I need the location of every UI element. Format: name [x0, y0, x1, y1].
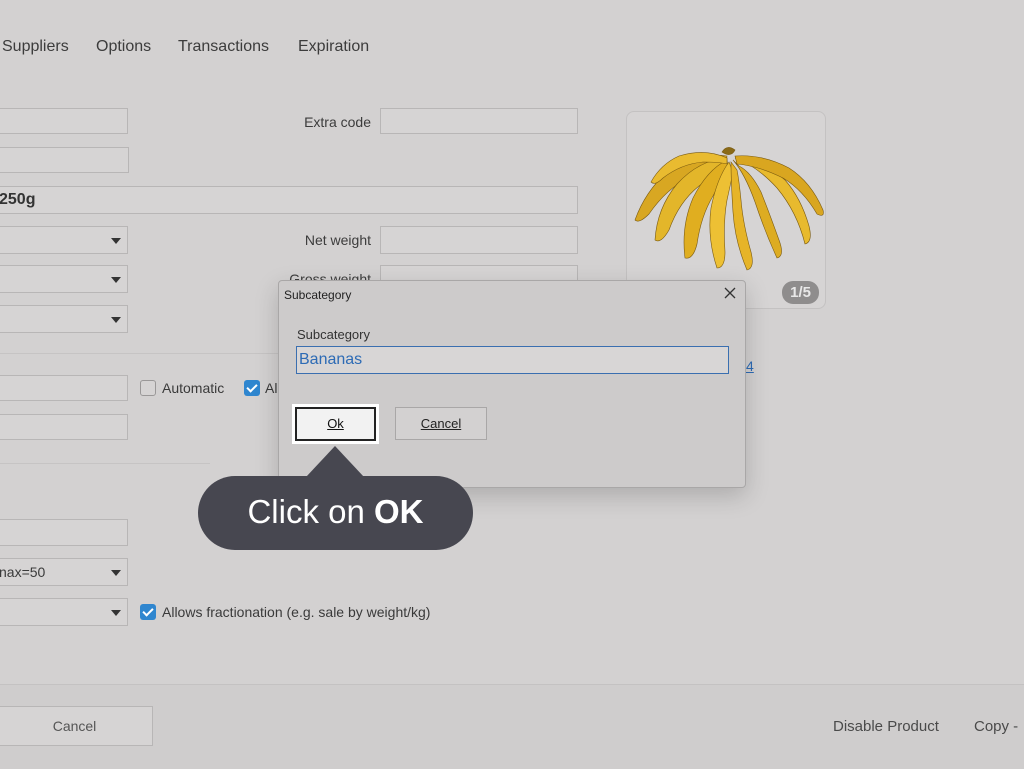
fractionation-label: Allows fractionation (e.g. sale by weigh…	[162, 604, 431, 620]
allow-checkbox[interactable]	[244, 380, 260, 396]
automatic-label: Automatic	[162, 380, 225, 396]
disable-product-button[interactable]: Disable Product	[833, 718, 939, 735]
copy-button[interactable]: Copy -	[974, 718, 1018, 735]
secondary-code-field[interactable]	[0, 147, 129, 173]
close-icon[interactable]	[722, 285, 738, 301]
gross-weight-label: Gross weight	[289, 271, 371, 280]
stock-field[interactable]	[0, 519, 128, 546]
tooltip-text: Click on	[247, 493, 375, 530]
partial-link[interactable]: 4	[746, 358, 754, 374]
automatic-checkbox[interactable]	[140, 380, 156, 396]
divider	[0, 463, 210, 464]
category-select[interactable]	[0, 265, 128, 293]
stock-limit-value: nax=50	[0, 564, 46, 580]
net-weight-label: Net weight	[304, 232, 371, 248]
cancel-button[interactable]: Cancel	[0, 706, 153, 746]
unit-select[interactable]	[0, 226, 128, 254]
tab-transactions[interactable]: Transactions	[178, 38, 269, 56]
product-name-field[interactable]: 250g	[0, 186, 578, 214]
tooltip-bold-text: OK	[374, 493, 424, 530]
tooltip-pointer	[306, 446, 364, 477]
tab-suppliers[interactable]: Suppliers	[2, 38, 69, 56]
stock-limit-select[interactable]: nax=50	[0, 558, 128, 586]
subcategory-input[interactable]	[296, 346, 729, 374]
divider	[0, 353, 280, 354]
gross-weight-field[interactable]	[380, 265, 578, 281]
extra-code-label: Extra code	[304, 114, 371, 130]
dialog-cancel-button[interactable]: Cancel	[395, 407, 487, 440]
net-weight-field[interactable]	[380, 226, 578, 254]
instruction-tooltip: Click on OK	[198, 476, 473, 550]
extra-code-field[interactable]	[380, 108, 578, 134]
allow-label: Al	[265, 380, 278, 396]
image-counter-badge: 1/5	[782, 281, 819, 304]
dialog-title: Subcategory	[284, 288, 352, 302]
fractionation-checkbox[interactable]	[140, 604, 156, 620]
barcode-field[interactable]	[0, 375, 128, 401]
code-field[interactable]	[0, 108, 128, 134]
secondary-barcode-field[interactable]	[0, 414, 128, 440]
ok-button-label: Ok	[327, 416, 344, 431]
dialog-cancel-label: Cancel	[420, 416, 462, 431]
ok-button[interactable]: Ok	[295, 407, 376, 441]
fraction-select[interactable]	[0, 598, 128, 626]
chevron-down-icon	[111, 238, 121, 244]
chevron-down-icon	[111, 317, 121, 323]
subcategory-field-label: Subcategory	[297, 327, 370, 342]
tab-expiration[interactable]: Expiration	[298, 38, 369, 56]
tab-options[interactable]: Options	[96, 38, 151, 56]
chevron-down-icon	[111, 570, 121, 576]
subcategory-select[interactable]	[0, 305, 128, 333]
chevron-down-icon	[111, 277, 121, 283]
chevron-down-icon	[111, 610, 121, 616]
